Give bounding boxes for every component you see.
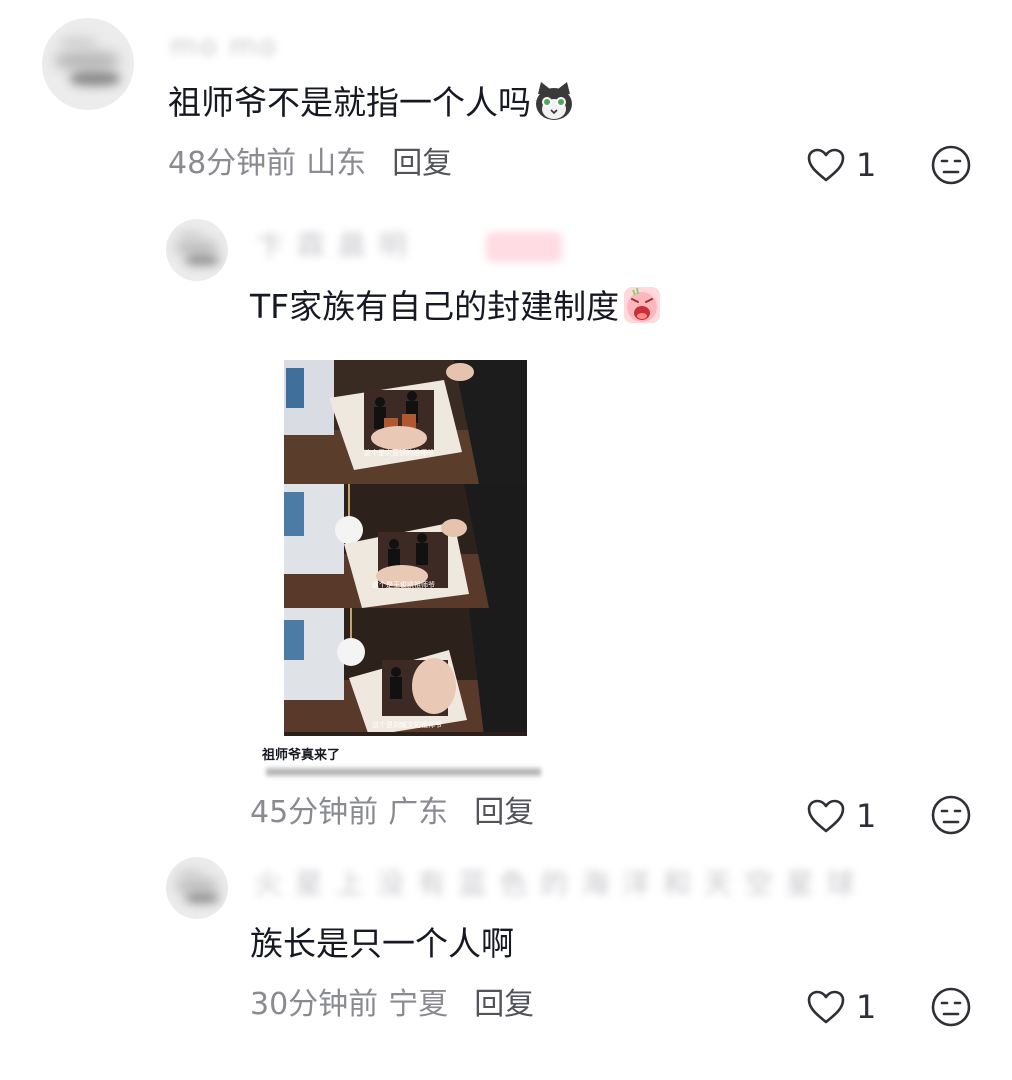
username-redacted[interactable]: mo mo <box>170 30 330 62</box>
heart-icon <box>807 799 845 833</box>
like-count: 1 <box>856 797 877 835</box>
image-caption-cutoff <box>266 768 541 776</box>
reply-button[interactable]: 回复 <box>392 146 452 181</box>
like-count: 1 <box>856 146 877 184</box>
like-button[interactable]: 1 <box>806 143 876 187</box>
frame-subtitle: 这个是宋亚轩的祖师爷 <box>364 449 434 457</box>
avatar[interactable] <box>166 857 228 919</box>
user-badge <box>486 232 562 262</box>
like-button[interactable]: 1 <box>806 794 876 838</box>
comment-location: 宁夏 <box>388 987 449 1022</box>
reply-button[interactable]: 回复 <box>474 795 534 830</box>
comment-text: 祖师爷不是就指一个人吗 <box>168 80 575 125</box>
comment-time: 30分钟前 <box>250 987 379 1022</box>
comment-body: TF家族有自己的封建制度 <box>250 287 620 326</box>
frame-subtitle: 这个是刘耀文的祖师爷 <box>372 721 442 729</box>
comment-image[interactable]: 这个是宋亚轩的祖师爷 这个是王俊凯祖师爷 这个是刘耀文的祖师爷 <box>284 360 527 736</box>
comment-text: TF家族有自己的封建制度 <box>250 284 663 329</box>
comment-location: 广东 <box>388 795 449 830</box>
like-button[interactable]: 1 <box>806 985 876 1029</box>
heart-icon <box>807 990 845 1024</box>
avatar[interactable] <box>42 18 134 110</box>
dislike-icon[interactable] <box>930 986 972 1028</box>
cat-face-emoji <box>536 82 572 120</box>
heart-icon <box>807 148 845 182</box>
frame-subtitle: 这个是王俊凯祖师爷 <box>372 581 435 589</box>
avatar[interactable] <box>166 219 228 281</box>
video-frame <box>284 608 527 732</box>
comment-text: 族长是只一个人啊 <box>250 922 514 966</box>
crying-face-emoji <box>624 287 661 323</box>
comment-body: 祖师爷不是就指一个人吗 <box>168 83 531 122</box>
comment-time: 45分钟前 <box>250 795 379 830</box>
comment-body: 族长是只一个人啊 <box>250 924 514 963</box>
comment-meta: 48分钟前 山东 回复 <box>168 144 452 184</box>
comment-location: 山东 <box>306 146 367 181</box>
like-count: 1 <box>856 988 877 1026</box>
dislike-icon[interactable] <box>930 794 972 836</box>
reply-button[interactable]: 回复 <box>474 987 534 1022</box>
image-caption: 祖师爷真来了 <box>262 748 341 763</box>
username-redacted[interactable]: 卞 霖 晨 明 <box>256 230 471 262</box>
comment-meta: 45分钟前 广东 回复 <box>250 793 534 833</box>
username-redacted[interactable]: 火 星 上 没 有 蓝 色 的 海 洋 和 天 空 星 球 <box>254 868 894 900</box>
dislike-icon[interactable] <box>930 144 972 186</box>
comment-meta: 30分钟前 宁夏 回复 <box>250 985 534 1025</box>
comment-time: 48分钟前 <box>168 146 297 181</box>
video-frame <box>284 360 527 484</box>
